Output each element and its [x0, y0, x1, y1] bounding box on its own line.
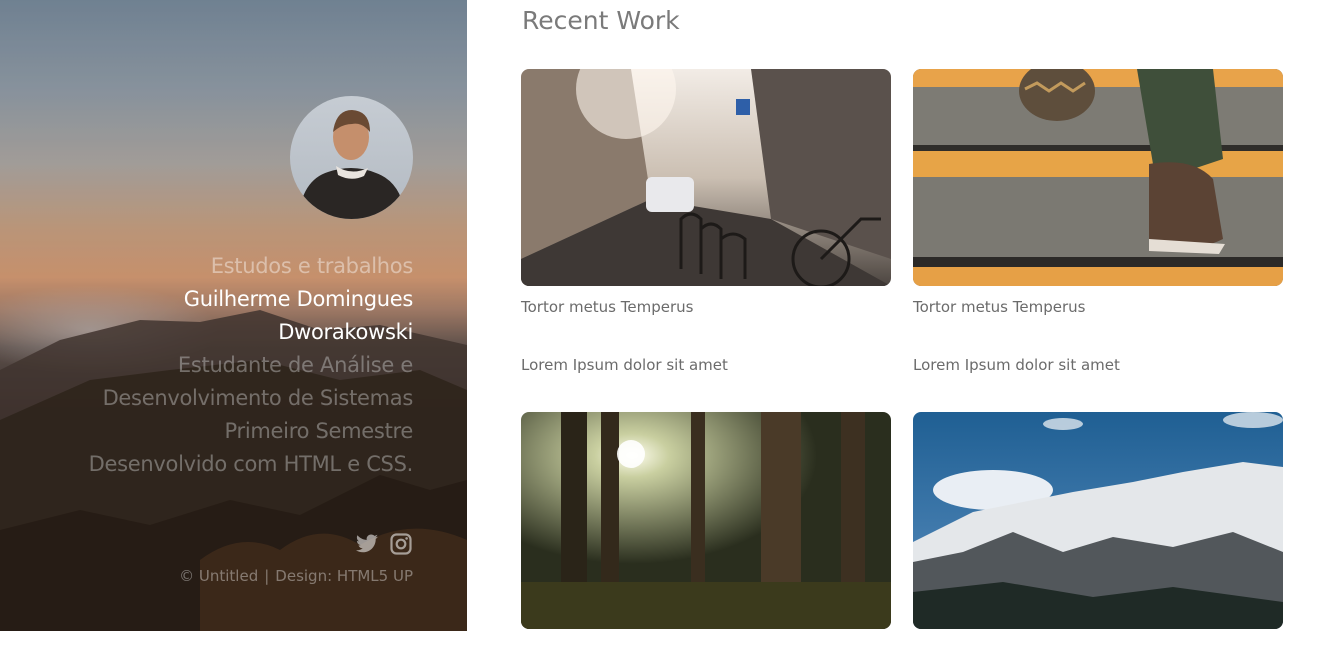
- course-line1: Estudante de Análise e: [177, 353, 413, 377]
- work-item: [913, 412, 1283, 669]
- avatar-person-icon: [298, 110, 406, 219]
- work-item-title: Tortor metus Temperus: [913, 298, 1086, 316]
- work-item: Tortor metus Temperus Lorem Ipsum dolor …: [913, 69, 1283, 374]
- copyright-text: © Untitled: [179, 567, 259, 585]
- footer-credits: © Untitled | Design: HTML5 UP: [179, 567, 413, 585]
- work-thumbnail-mountains[interactable]: [913, 412, 1283, 629]
- intro-tagline: Estudos e trabalhos: [210, 254, 414, 278]
- work-thumbnail-forest[interactable]: [521, 412, 891, 629]
- work-thumbnail-city-street[interactable]: [521, 69, 891, 286]
- social-links: [355, 532, 413, 556]
- intro-text: Estudos e trabalhos Guilherme Domingues …: [0, 250, 414, 481]
- section-heading: Recent Work: [522, 6, 680, 35]
- semester-text: Primeiro Semestre: [224, 419, 414, 443]
- main-content: Recent Work Tortor metus Temperus Lorem …: [467, 0, 1329, 631]
- avatar: [290, 96, 413, 219]
- design-credit-link[interactable]: Design: HTML5 UP: [275, 567, 413, 585]
- built-with-text: Desenvolvido com HTML e CSS.: [88, 452, 414, 476]
- profile-name-line2: Dworakowski: [278, 320, 413, 344]
- work-item: Tortor metus Temperus Lorem Ipsum dolor …: [521, 69, 891, 374]
- work-item-description: Lorem Ipsum dolor sit amet: [521, 356, 728, 374]
- work-item-description: Lorem Ipsum dolor sit amet: [913, 356, 1120, 374]
- work-item-title: Tortor metus Temperus: [521, 298, 694, 316]
- instagram-icon[interactable]: [389, 532, 413, 556]
- work-item: [521, 412, 891, 669]
- work-thumbnail-stairs-shoe[interactable]: [913, 69, 1283, 286]
- twitter-icon[interactable]: [355, 532, 379, 556]
- credits-separator: |: [264, 567, 270, 585]
- profile-name-line1: Guilherme Domingues: [183, 287, 414, 311]
- sidebar: Estudos e trabalhos Guilherme Domingues …: [0, 0, 467, 631]
- course-line2: Desenvolvimento de Sistemas: [102, 386, 414, 410]
